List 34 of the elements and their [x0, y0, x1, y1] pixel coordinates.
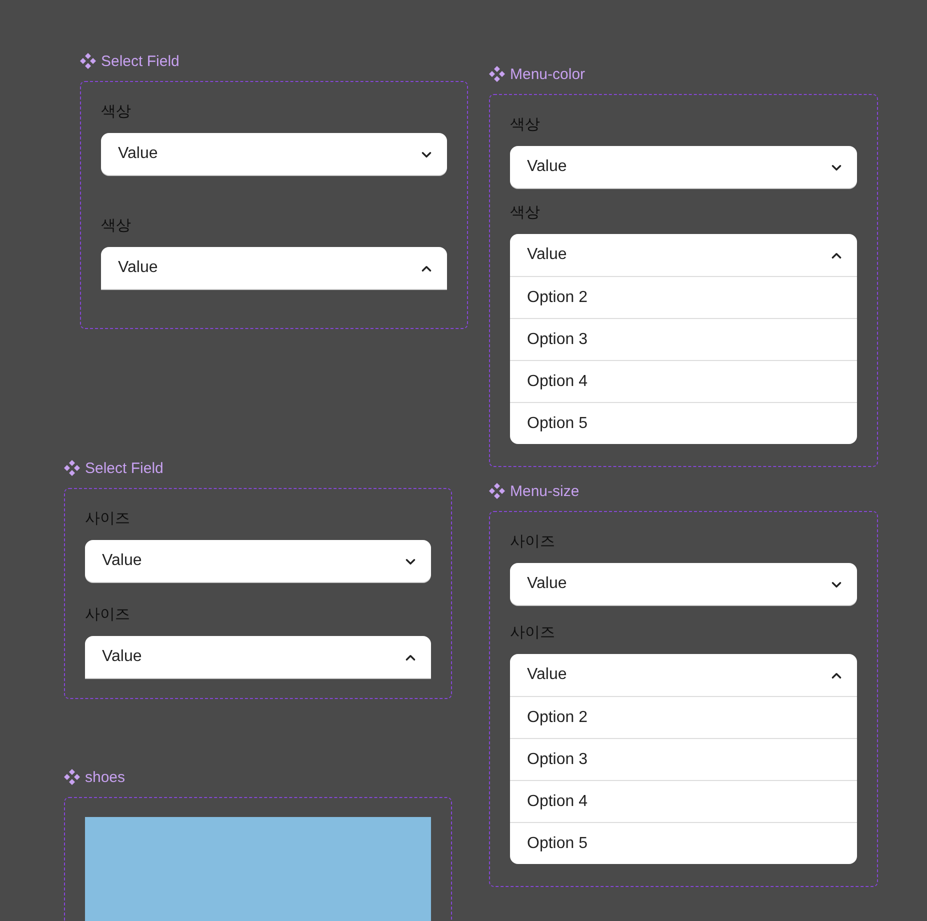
select-field[interactable]: Value [510, 146, 857, 188]
field-label: 사이즈 [85, 604, 131, 624]
component-set-title[interactable]: Select Field [85, 460, 164, 476]
component-set-title[interactable]: shoes [85, 768, 126, 786]
field-label: 색상 [510, 202, 541, 222]
component-icon [489, 66, 505, 82]
field-label: 색상 [510, 114, 541, 134]
component-icon [489, 483, 505, 499]
select-field[interactable]: Value [510, 654, 857, 696]
field-label: 사이즈 [510, 622, 556, 642]
field-label: 색상 [101, 101, 132, 121]
menu-option[interactable]: Option 3 [510, 738, 857, 780]
component-icon [80, 53, 96, 69]
menu-option[interactable]: Option 5 [510, 822, 857, 864]
component-set-title[interactable]: Menu-color [510, 66, 586, 82]
select-field[interactable]: Value [85, 636, 431, 678]
select-field[interactable]: Value [510, 234, 857, 276]
menu-option[interactable]: Option 3 [510, 318, 857, 360]
select-field[interactable]: Value [85, 540, 431, 582]
component-set-title[interactable]: Menu-size [510, 482, 580, 500]
select-field[interactable]: Value [101, 247, 447, 289]
select-field[interactable]: Value [510, 563, 857, 605]
component-icon [64, 769, 80, 785]
menu-option[interactable]: Option 2 [510, 276, 857, 318]
menu-option[interactable]: Option 5 [510, 402, 857, 444]
menu-option[interactable]: Option 4 [510, 360, 857, 402]
select-field[interactable]: Value [101, 133, 447, 175]
field-label: 사이즈 [510, 531, 556, 551]
menu-option[interactable]: Option 4 [510, 780, 857, 822]
menu-option[interactable]: Option 2 [510, 696, 857, 738]
component-set-title[interactable]: Select Field [101, 52, 180, 70]
field-label: 사이즈 [85, 508, 131, 528]
component-icon [64, 460, 80, 476]
field-label: 색상 [101, 215, 132, 235]
